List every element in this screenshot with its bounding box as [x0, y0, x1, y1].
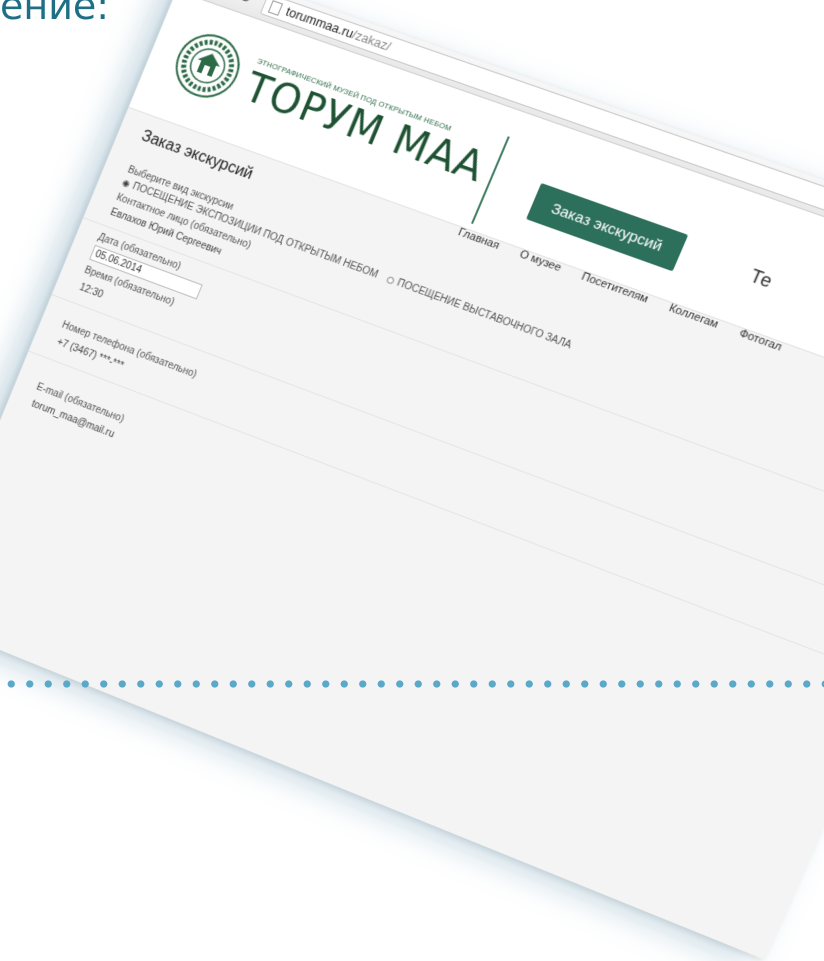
radio-exhibition-hall[interactable]: [385, 275, 395, 285]
forward-arrow-icon[interactable]: →: [208, 0, 234, 1]
museum-seal-icon: [165, 25, 251, 108]
header-contact-text: Те: [747, 265, 776, 292]
url-path: /zakaz/: [350, 27, 393, 54]
screenshot-scene: ← → ↻ torummaa.ru/zakaz/ ЭТНОГРАФИЧЕСКИЙ…: [0, 0, 824, 960]
form-panel: [0, 106, 824, 960]
dotted-divider: [0, 676, 824, 692]
url-host: torummaa.ru: [283, 4, 356, 41]
reload-icon[interactable]: ↻: [232, 0, 258, 10]
radio-open-air[interactable]: [121, 179, 131, 189]
browser-window: ← → ↻ torummaa.ru/zakaz/ ЭТНОГРАФИЧЕСКИЙ…: [0, 0, 824, 960]
page-icon: [268, 0, 284, 16]
